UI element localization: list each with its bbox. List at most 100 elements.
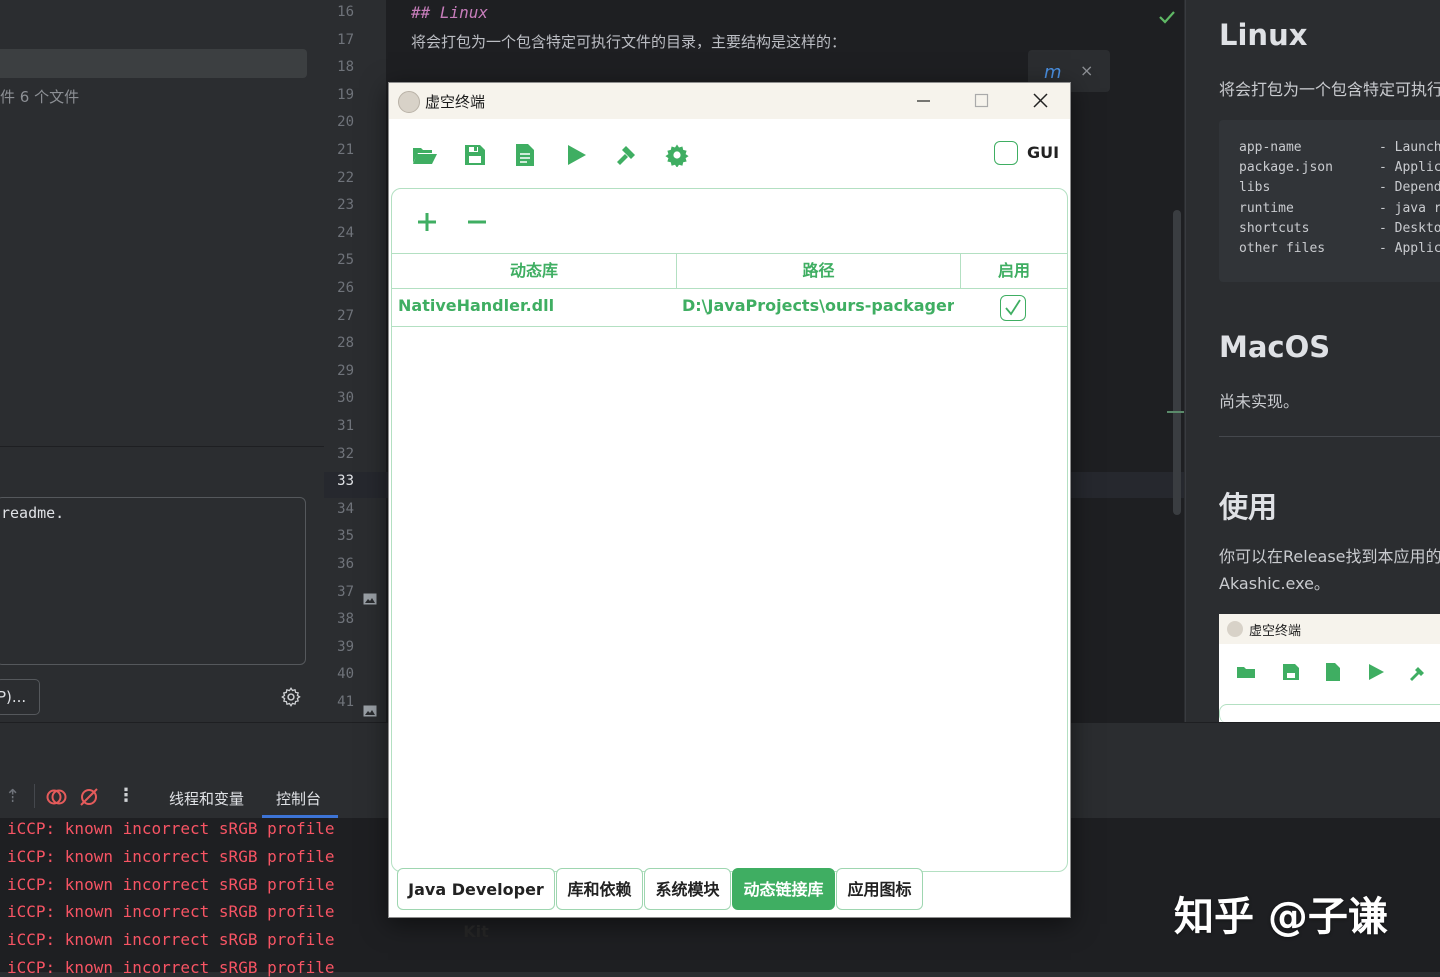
gear-icon[interactable]: [280, 686, 302, 708]
code-row-desc: - java r: [1379, 200, 1440, 216]
preview-paragraph: 将会打包为一个包含特定可执行: [1219, 80, 1440, 99]
line-number: 22: [337, 169, 354, 186]
breakpoint-icon[interactable]: [45, 786, 67, 808]
line-number: 36: [337, 556, 354, 572]
line-number: 39: [337, 638, 354, 655]
watermark: 知乎 @子谦: [1174, 894, 1388, 940]
column-header-enabled[interactable]: 启用: [961, 253, 1067, 289]
console-line: iCCP: known incorrect sRGB profile: [7, 958, 335, 977]
line-number: 19: [337, 86, 354, 103]
markdown-preview: Linux 将会打包为一个包含特定可执行 app-name - Launch pac…: [1185, 0, 1440, 723]
code-line-17: 将会打包为一个包含特定可执行文件的目录，主要结构是这样的：: [411, 33, 847, 51]
line-number: 34: [337, 500, 354, 517]
line-number: 37: [337, 583, 354, 600]
image-icon[interactable]: [363, 702, 377, 717]
scrollbar[interactable]: [1173, 210, 1181, 515]
close-icon[interactable]: ×: [1080, 61, 1093, 80]
code-row-key: app-name: [1239, 140, 1302, 155]
upload-icon[interactable]: ⇡: [5, 786, 20, 807]
line-number: 17: [337, 31, 354, 48]
gui-checkbox[interactable]: [994, 141, 1018, 165]
enabled-checkbox[interactable]: [1000, 295, 1026, 321]
remove-library-button[interactable]: [466, 211, 488, 233]
run-button[interactable]: [562, 141, 590, 169]
play-icon: [568, 145, 586, 165]
tab-console[interactable]: 控制台: [276, 788, 321, 809]
divider: [1219, 436, 1440, 437]
mute-breakpoints-icon[interactable]: [78, 786, 100, 808]
line-number: 23: [337, 197, 354, 214]
console-line: iCCP: known incorrect sRGB profile: [7, 930, 335, 950]
code-line-16: ## Linux: [411, 3, 489, 22]
line-number: 31: [337, 418, 354, 434]
save-button[interactable]: [461, 141, 489, 169]
code-row-key: runtime: [1239, 200, 1294, 216]
line-numbers: 16 17 18 19 20 21 22 23 24 25 26 27 28 29 30 31 32 33 34 35…: [324, 0, 384, 722]
dynamic-library-panel: 动态库 路径 启用 NativeHandler.dll D:\JavaProje…: [391, 188, 1068, 872]
hammer-icon: [617, 146, 635, 165]
window-title: 虚空终端: [425, 93, 486, 111]
line-number: 25: [337, 252, 354, 269]
document-button[interactable]: [511, 141, 539, 169]
title-bar[interactable]: 虚空终端: [389, 83, 1070, 119]
code-row-desc: - Depend: [1379, 180, 1440, 196]
close-icon[interactable]: [1026, 85, 1054, 115]
minimize-icon[interactable]: [909, 85, 937, 115]
table-row[interactable]: NativeHandler.dll D:\JavaProjects\ours-p…: [392, 289, 1067, 327]
commit-message-input[interactable]: readme.: [0, 497, 306, 665]
line-number: 33: [337, 473, 354, 490]
minus-icon: [468, 220, 486, 224]
code-row-key: shortcuts: [1239, 220, 1310, 236]
tab-4[interactable]: 应用图标: [836, 868, 923, 910]
tab-3[interactable]: 动态链接库: [732, 868, 835, 910]
line-number: 26: [337, 280, 354, 296]
file-text-icon: [516, 144, 534, 166]
preview-paragraph: Akashic.exe。: [1219, 574, 1330, 593]
preview-paragraph: 你可以在Release找到本应用的: [1219, 547, 1440, 566]
code-row-desc: - Launch: [1379, 140, 1440, 155]
preview-paragraph: 尚未实现。: [1219, 392, 1300, 411]
tab-0[interactable]: Java Developer Kit: [397, 868, 555, 941]
image-icon[interactable]: [363, 590, 377, 605]
commit-push-button[interactable]: P)...: [0, 679, 40, 715]
settings-button[interactable]: [663, 141, 691, 169]
preview-heading-usage: 使用: [1219, 490, 1278, 524]
markdown-icon[interactable]: m: [1044, 62, 1062, 83]
hammer-icon: [1409, 664, 1427, 682]
tab-threads-variables[interactable]: 线程和变量: [169, 788, 244, 809]
build-button[interactable]: [613, 141, 641, 169]
code-row-key: libs: [1239, 180, 1271, 196]
library-name: NativeHandler.dll: [398, 296, 555, 315]
open-folder-button[interactable]: [411, 141, 439, 169]
tab-2[interactable]: 系统模块: [644, 868, 731, 910]
divider: [0, 446, 324, 447]
line-number: 38: [337, 611, 354, 628]
gui-label: GUI: [1027, 143, 1060, 162]
column-header-path[interactable]: 路径: [677, 253, 960, 289]
code-row-key: package.json: [1239, 160, 1333, 176]
console-line: iCCP: known incorrect sRGB profile: [7, 902, 335, 922]
folder-open-icon: [413, 148, 437, 164]
more-icon[interactable]: ⋮: [117, 785, 135, 806]
folder-icon: [1237, 664, 1257, 680]
changes-header[interactable]: [0, 49, 307, 78]
check-icon: [1005, 299, 1021, 316]
line-number: 32: [337, 445, 354, 462]
divider: [34, 784, 35, 808]
app-logo-icon: [398, 91, 420, 113]
tab-1[interactable]: 库和依赖: [556, 868, 643, 910]
add-library-button[interactable]: [416, 211, 438, 233]
code-row-key: other files: [1239, 241, 1326, 256]
line-number: 35: [337, 528, 354, 545]
line-number: 24: [337, 224, 354, 241]
file-icon: [1326, 663, 1340, 681]
console-line: iCCP: known incorrect sRGB profile: [7, 846, 335, 866]
preview-heading-linux: Linux: [1219, 18, 1308, 52]
line-number: 29: [337, 362, 354, 379]
scroll-marker: [1167, 411, 1184, 413]
console-line: iCCP: known incorrect sRGB profile: [7, 819, 335, 838]
file-count-text: 件 6 个文件: [0, 88, 80, 106]
line-number: 41: [337, 694, 354, 710]
maximize-icon[interactable]: [967, 85, 995, 115]
column-header-library[interactable]: 动态库: [392, 253, 676, 289]
